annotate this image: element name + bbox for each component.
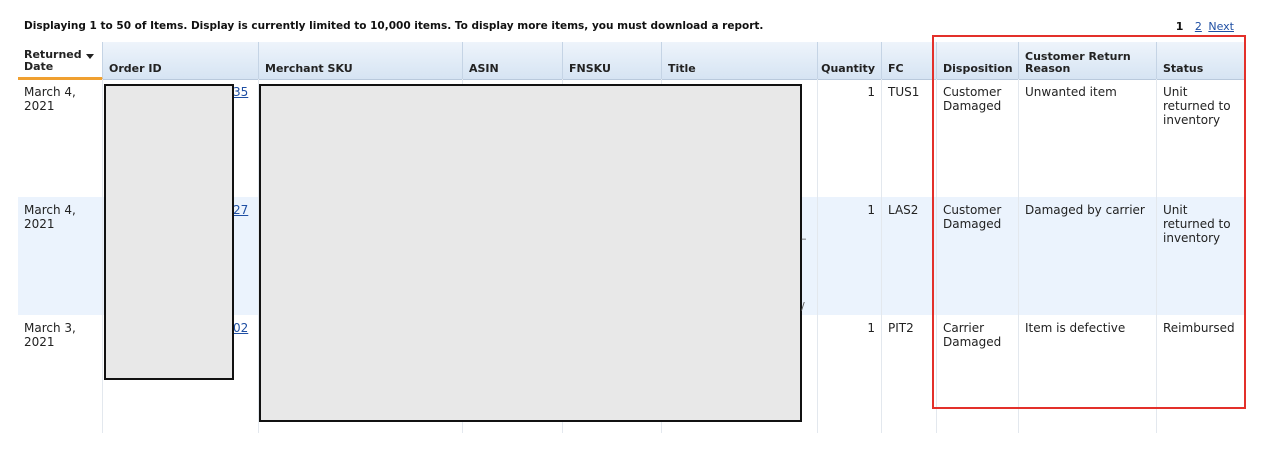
column-header-fc[interactable]: FC bbox=[882, 42, 937, 79]
order-id-link[interactable]: 35 bbox=[233, 85, 248, 99]
returned-date-cell: March 4, 2021 bbox=[18, 197, 103, 315]
redaction-box-order-id bbox=[104, 84, 234, 380]
disposition-cell: Carrier Damaged bbox=[937, 315, 1019, 433]
order-id-link[interactable]: 27 bbox=[233, 203, 248, 217]
column-header-status[interactable]: Status bbox=[1157, 42, 1244, 79]
pagination-current-page: 1 bbox=[1175, 20, 1184, 33]
results-info-text: Displaying 1 to 50 of Items. Display is … bbox=[24, 20, 764, 32]
column-header-disposition[interactable]: Disposition bbox=[937, 42, 1019, 79]
fc-cell: PIT2 bbox=[882, 315, 937, 433]
text-fragment: / bbox=[801, 300, 805, 313]
sort-descending-icon bbox=[86, 54, 94, 59]
quantity-cell: 1 bbox=[818, 315, 882, 433]
return-reason-cell: Unwanted item bbox=[1019, 79, 1157, 197]
fc-cell: TUS1 bbox=[882, 79, 937, 197]
quantity-cell: 1 bbox=[818, 79, 882, 197]
return-reason-cell: Damaged by carrier bbox=[1019, 197, 1157, 315]
column-header-merchant-sku[interactable]: Merchant SKU bbox=[259, 42, 463, 79]
results-summary-bar: Displaying 1 to 50 of Items. Display is … bbox=[24, 20, 1236, 36]
pagination-page-2-link[interactable]: 2 bbox=[1195, 20, 1202, 33]
returned-date-cell: March 4, 2021 bbox=[18, 79, 103, 197]
redaction-box-product-details bbox=[259, 84, 802, 422]
disposition-cell: Customer Damaged bbox=[937, 197, 1019, 315]
pagination: 1 2 Next bbox=[1176, 20, 1234, 33]
return-reason-cell: Item is defective bbox=[1019, 315, 1157, 433]
text-fragment: – bbox=[801, 232, 807, 245]
column-header-returned-date[interactable]: Returned Date bbox=[18, 42, 103, 80]
pagination-next-link[interactable]: Next bbox=[1208, 20, 1234, 33]
quantity-cell: 1 bbox=[818, 197, 882, 315]
status-cell: Unit returned to inventory bbox=[1163, 203, 1231, 245]
column-header-title[interactable]: Title bbox=[662, 42, 818, 79]
column-header-asin[interactable]: ASIN bbox=[463, 42, 563, 79]
fc-cell: LAS2 bbox=[882, 197, 937, 315]
status-cell: Reimbursed bbox=[1163, 321, 1235, 335]
column-header-quantity[interactable]: Quantity bbox=[818, 42, 882, 79]
status-cell: Unit returned to inventory bbox=[1163, 85, 1231, 127]
order-id-link[interactable]: 02 bbox=[233, 321, 248, 335]
column-header-order-id[interactable]: Order ID bbox=[103, 42, 259, 79]
column-header-customer-return-reason[interactable]: Customer Return Reason bbox=[1019, 42, 1157, 79]
disposition-cell: Customer Damaged bbox=[937, 79, 1019, 197]
returned-date-cell: March 3, 2021 bbox=[18, 315, 103, 433]
table-header: Returned Date Order ID Merchant SKU ASIN… bbox=[18, 42, 1244, 80]
column-header-fnsku[interactable]: FNSKU bbox=[563, 42, 662, 79]
